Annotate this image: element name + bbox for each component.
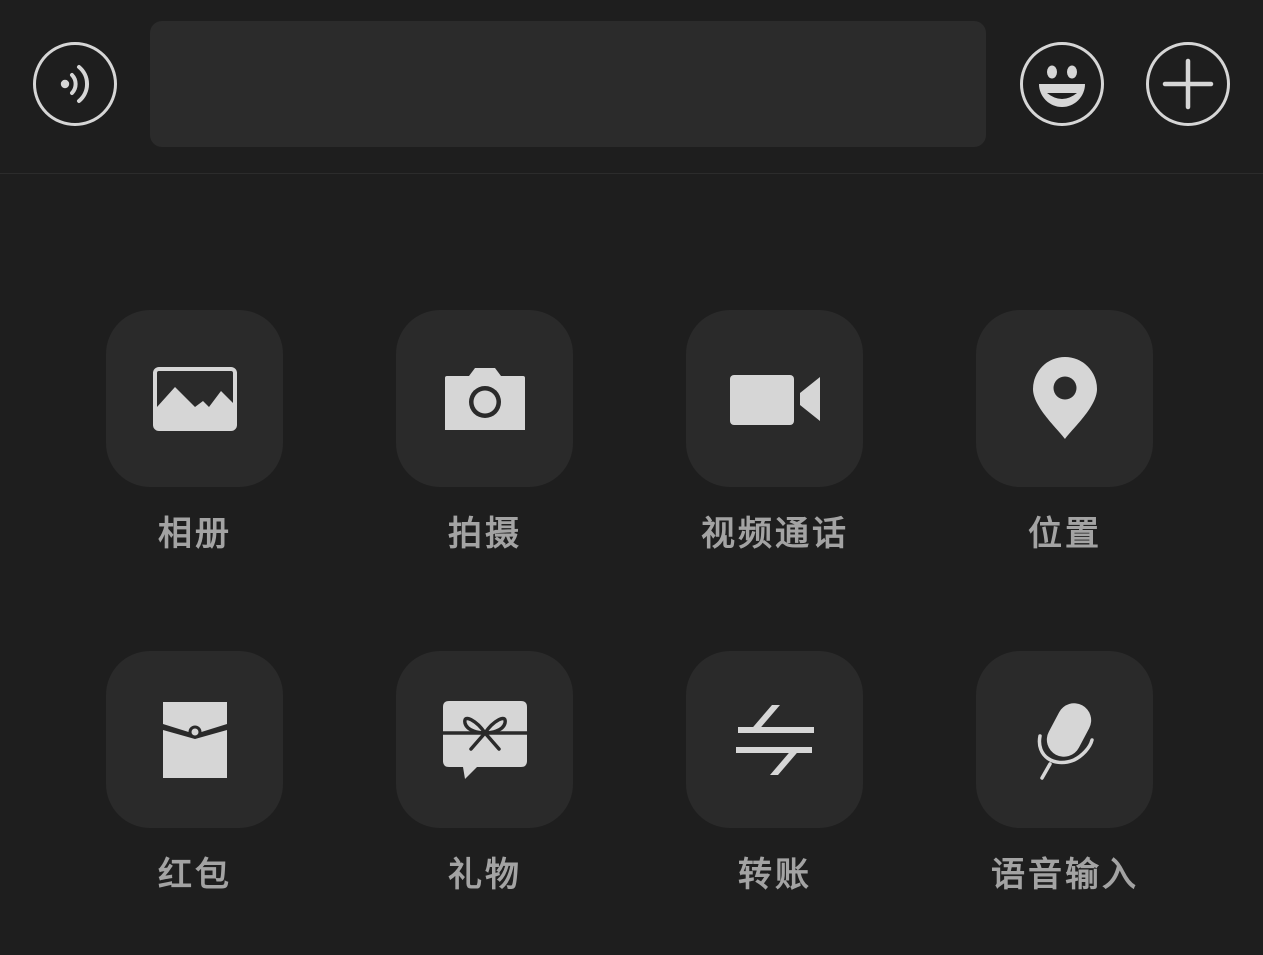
tool-label: 转账 (738, 855, 812, 895)
tool-label: 视频通话 (701, 514, 849, 554)
tool-red-packet[interactable]: 红包 (106, 651, 284, 895)
tool-label: 相册 (158, 514, 232, 554)
tool-red-packet-tile[interactable] (106, 651, 283, 828)
tool-location[interactable]: 位置 (976, 310, 1154, 554)
tool-video-call-tile[interactable] (686, 310, 863, 487)
tool-location-tile[interactable] (976, 310, 1153, 487)
tool-transfer-tile[interactable] (686, 651, 863, 828)
location-pin-icon (1032, 356, 1097, 439)
tool-gift[interactable]: 礼物 (396, 651, 574, 895)
red-packet-icon (162, 701, 227, 778)
emoji-button[interactable] (1020, 42, 1104, 126)
tool-transfer[interactable]: 转账 (686, 651, 864, 895)
transfer-icon (735, 704, 814, 775)
more-tools-panel: 相册 拍摄 视频通话 位置 红包 礼物 转账 语音输入 (0, 174, 1263, 955)
voice-wave-icon (60, 65, 90, 103)
tool-voice-input-tile[interactable] (976, 651, 1153, 828)
message-input[interactable] (150, 21, 986, 147)
microphone-icon (1037, 702, 1094, 780)
tool-camera-tile[interactable] (396, 310, 573, 487)
tool-album-tile[interactable] (106, 310, 283, 487)
tool-label: 语音输入 (991, 855, 1139, 895)
camera-icon (444, 367, 525, 430)
tool-video-call[interactable]: 视频通话 (686, 310, 864, 554)
chat-input-bar (0, 0, 1263, 174)
tool-voice-input[interactable]: 语音输入 (976, 651, 1154, 895)
tool-label: 拍摄 (448, 514, 522, 554)
video-camera-icon (729, 374, 820, 425)
tool-album[interactable]: 相册 (106, 310, 284, 554)
more-tools-button[interactable] (1146, 42, 1230, 126)
plus-icon (1162, 58, 1214, 110)
tool-label: 红包 (158, 855, 232, 895)
tool-gift-tile[interactable] (396, 651, 573, 828)
image-icon (152, 366, 237, 431)
tool-camera[interactable]: 拍摄 (396, 310, 574, 554)
gift-icon (442, 700, 527, 779)
voice-toggle-button[interactable] (33, 42, 117, 126)
tool-label: 礼物 (448, 855, 522, 895)
tool-label: 位置 (1028, 514, 1102, 554)
smiley-icon (1039, 65, 1085, 107)
